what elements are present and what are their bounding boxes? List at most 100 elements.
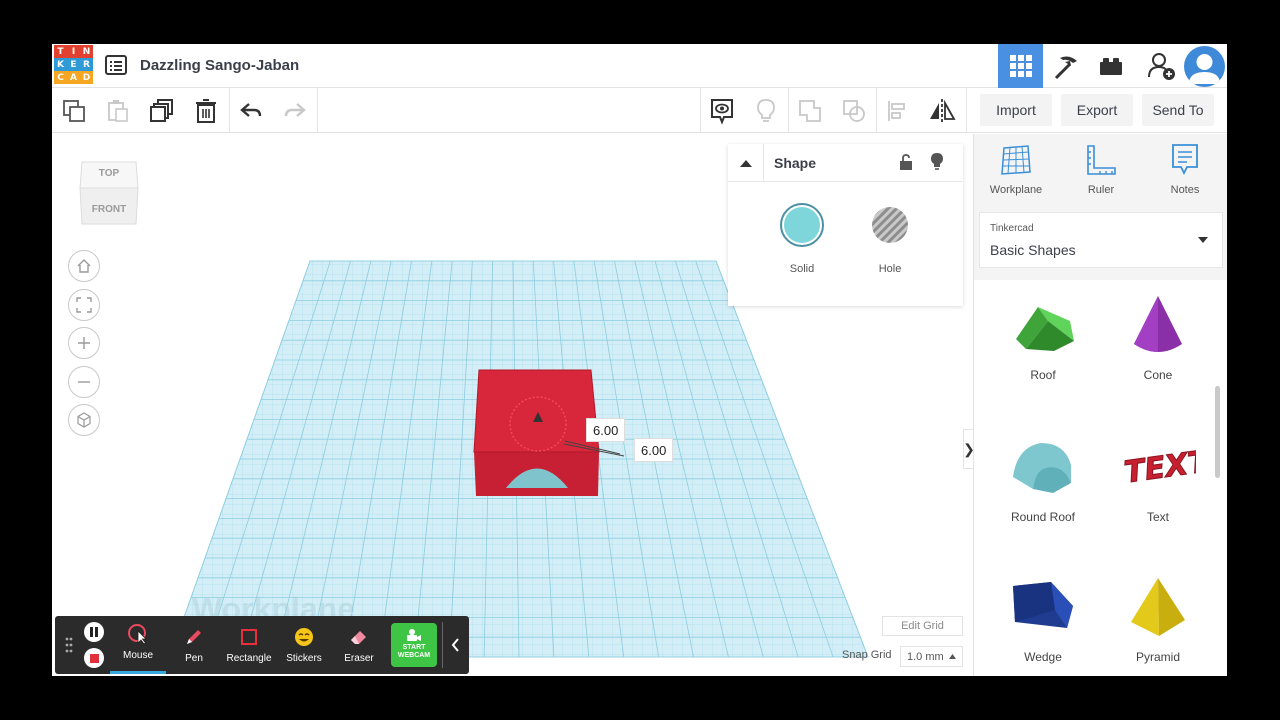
edit-grid-button[interactable]: Edit Grid: [882, 616, 963, 636]
logo-letter: A: [67, 71, 80, 84]
snap-grid-select[interactable]: 1.0 mm: [900, 646, 963, 667]
view-cube[interactable]: TOP FRONT: [78, 154, 140, 228]
rec-tool-rectangle[interactable]: Rectangle: [221, 616, 277, 674]
group-button[interactable]: [788, 88, 832, 133]
stop-button[interactable]: [84, 648, 104, 668]
lightbulb-icon: [931, 153, 943, 170]
design-title[interactable]: Dazzling Sango-Jaban: [140, 57, 299, 74]
notes-toggle-button[interactable]: [700, 88, 744, 133]
collapse-recorder-button[interactable]: [447, 635, 463, 655]
solid-option[interactable]: Solid: [772, 202, 832, 275]
duplicate-icon: [150, 98, 173, 122]
shape-text[interactable]: TEXT Text: [1108, 428, 1208, 524]
workplane-tool[interactable]: Workplane: [981, 142, 1051, 196]
copy-button[interactable]: [52, 88, 96, 133]
shape-pyramid[interactable]: Pyramid: [1108, 568, 1208, 664]
undo-icon: [240, 102, 262, 117]
rec-tool-label: Mouse: [122, 650, 153, 661]
rec-tool-mouse[interactable]: Mouse: [110, 616, 166, 674]
chevron-down-icon: [1198, 237, 1208, 243]
logo-letter: K: [54, 58, 67, 71]
solid-color-swatch[interactable]: [779, 202, 825, 248]
paste-button[interactable]: [96, 88, 140, 133]
roof-icon: [1016, 307, 1074, 351]
3d-view-button[interactable]: [998, 44, 1043, 88]
group-icon: [799, 99, 821, 122]
pen-icon: [187, 630, 201, 644]
shapes-scrollbar[interactable]: [1215, 386, 1220, 478]
shape-panel-header: Shape: [728, 144, 963, 182]
duplicate-button[interactable]: [140, 88, 184, 133]
mirror-button[interactable]: [920, 88, 964, 133]
notes-tool[interactable]: Notes: [1150, 142, 1220, 196]
mirror-icon: [930, 98, 956, 123]
pause-button[interactable]: [84, 622, 104, 642]
shape-round-roof[interactable]: Round Roof: [993, 428, 1093, 524]
undo-button[interactable]: [229, 88, 273, 133]
drag-handle[interactable]: [65, 637, 73, 658]
workplane-canvas[interactable]: Workplane TOP FRONT 6.00 6.00 Shape Soli…: [52, 134, 975, 676]
start-webcam-button[interactable]: START WEBCAM: [391, 623, 437, 667]
send-to-button[interactable]: Send To: [1142, 94, 1214, 126]
fit-view-button[interactable]: [68, 289, 100, 321]
hole-option[interactable]: Hole: [860, 202, 920, 275]
perspective-button[interactable]: [68, 404, 100, 436]
rec-tool-label: Eraser: [344, 653, 374, 664]
dimension-input-1[interactable]: 6.00: [586, 418, 626, 442]
lock-button[interactable]: [898, 153, 914, 176]
shape-wedge[interactable]: Wedge: [993, 568, 1093, 664]
fit-icon: [76, 297, 92, 313]
light-button[interactable]: [744, 88, 788, 133]
ruler-icon: [1087, 145, 1116, 175]
rec-tool-label: Pen: [185, 653, 203, 664]
design-list-icon[interactable]: [105, 54, 127, 76]
home-view-button[interactable]: [68, 250, 100, 282]
rec-tool-eraser[interactable]: Eraser: [331, 616, 387, 674]
logo-letter: D: [80, 71, 93, 84]
mouse-cursor-icon: [128, 624, 147, 645]
tinkercad-logo[interactable]: T I N K E R C A D: [54, 45, 94, 85]
collapse-panel-button[interactable]: [728, 144, 764, 182]
shape-roof[interactable]: Roof: [993, 286, 1093, 382]
minus-icon: [78, 381, 90, 383]
align-button[interactable]: [876, 88, 920, 133]
view-cube-front-label[interactable]: FRONT: [78, 204, 140, 215]
shape-label: Text: [1146, 510, 1169, 524]
export-button[interactable]: Export: [1061, 94, 1133, 126]
logo-letter: T: [54, 45, 67, 58]
invite-user-button[interactable]: [1138, 44, 1183, 88]
zoom-in-button[interactable]: [68, 327, 100, 359]
user-avatar[interactable]: [1184, 46, 1225, 87]
ruler-tool[interactable]: Ruler: [1066, 142, 1136, 196]
ungroup-button[interactable]: [832, 88, 876, 133]
rec-tool-pen[interactable]: Pen: [166, 616, 222, 674]
unlock-icon: [900, 154, 912, 170]
shape-library-dropdown[interactable]: Tinkercad Basic Shapes: [979, 212, 1223, 268]
redo-button[interactable]: [273, 88, 317, 133]
plus-icon: [78, 337, 90, 349]
logo-letter: C: [54, 71, 67, 84]
brick-icon: [1099, 58, 1122, 75]
shape-cone[interactable]: Cone: [1108, 286, 1208, 382]
shape-label: Wedge: [1024, 650, 1062, 664]
notes-icon: [1172, 144, 1198, 176]
hole-swatch[interactable]: [867, 202, 913, 248]
header-bar: T I N K E R C A D Dazzling Sango-Jaban: [52, 44, 1227, 88]
caret-up-icon: [739, 160, 752, 167]
view-cube-top-label[interactable]: TOP: [78, 168, 140, 179]
delete-button[interactable]: [184, 88, 228, 133]
pause-icon: [90, 627, 98, 637]
trash-icon: [196, 98, 216, 123]
workplane-icon: [1001, 145, 1031, 175]
screen-recorder-bar: Mouse Pen Rectangle Stickers Eraser STAR…: [55, 616, 469, 674]
zoom-out-button[interactable]: [68, 366, 100, 398]
light-toggle-button[interactable]: [930, 152, 944, 177]
workplane-tool-label: Workplane: [989, 184, 1043, 196]
dimension-input-2[interactable]: 6.00: [634, 438, 674, 462]
shape-label: Cone: [1143, 368, 1173, 382]
import-button[interactable]: Import: [980, 94, 1052, 126]
rec-tool-stickers[interactable]: Stickers: [276, 616, 332, 674]
svg-text:TEXT: TEXT: [1122, 444, 1196, 491]
bricks-button[interactable]: [1088, 44, 1133, 88]
pickaxe-button[interactable]: [1043, 44, 1088, 88]
